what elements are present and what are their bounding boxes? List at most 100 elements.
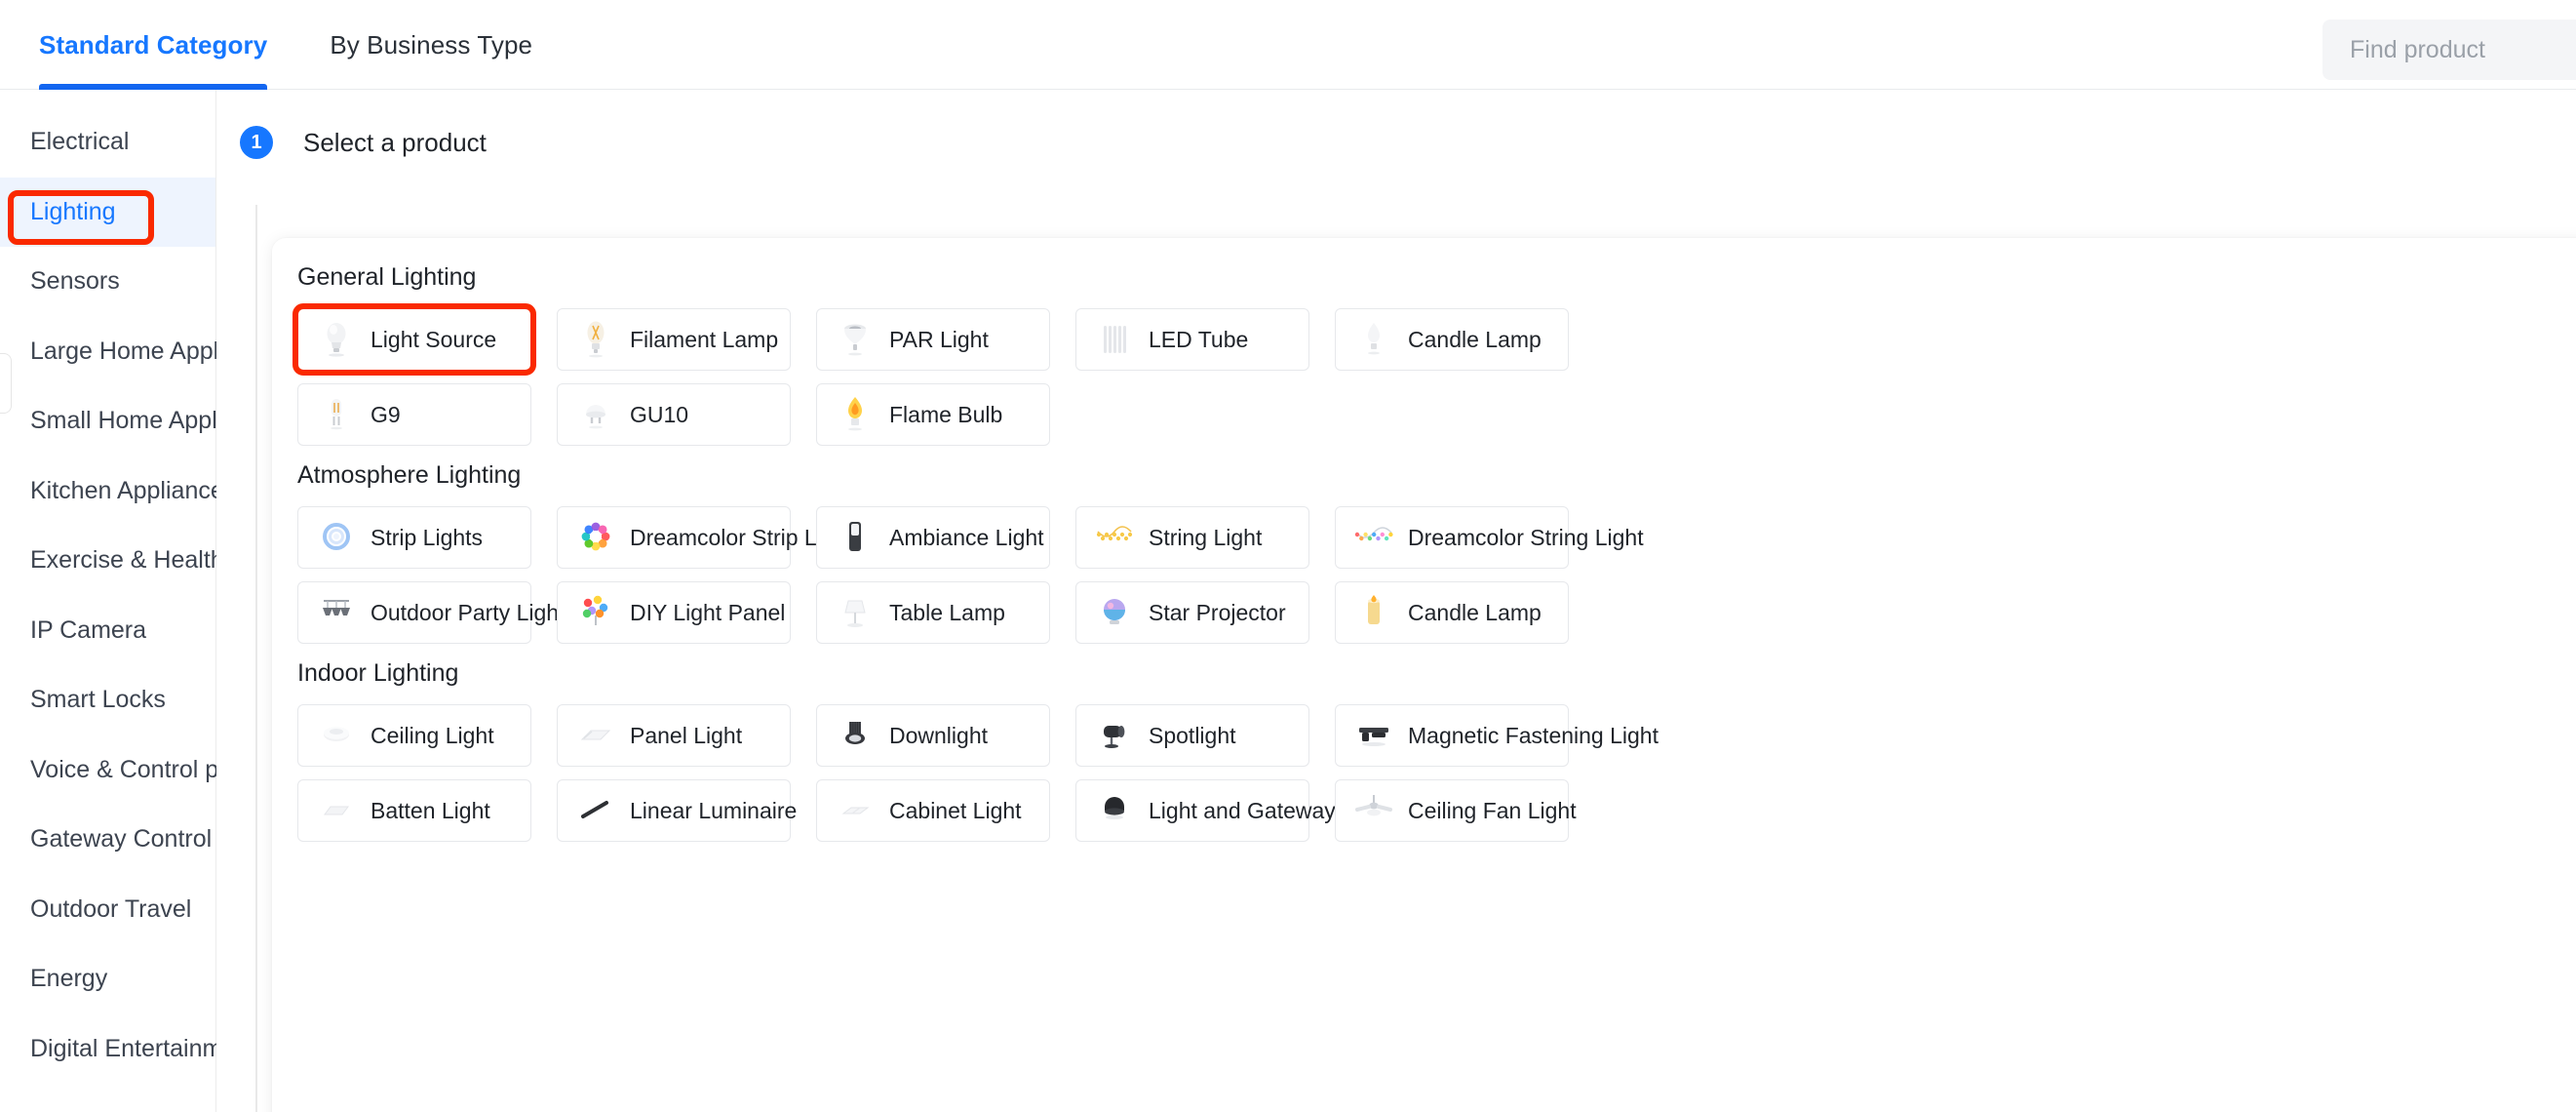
product-card-dreamcolor-strip-lights[interactable]: Dreamcolor Strip Lights: [557, 506, 864, 569]
product-card-label: Table Lamp: [889, 599, 1005, 625]
product-card-label: Downlight: [889, 722, 988, 748]
product-card-ceiling-fan-light[interactable]: Ceiling Fan Light: [1335, 779, 1577, 842]
star-projector-icon: [1094, 591, 1135, 634]
product-card-light-and-gateway[interactable]: Light and Gateway: [1075, 779, 1336, 842]
find-product-input[interactable]: [2322, 20, 2576, 80]
diy-panel-icon: [575, 591, 616, 634]
category-mode-tabs: Standard Category By Business Type: [0, 0, 532, 90]
par-light-icon: [835, 318, 876, 361]
rainbow-coil-icon: [575, 516, 616, 559]
tab-by-business-type[interactable]: By Business Type: [330, 0, 532, 90]
product-card-candle-lamp[interactable]: Candle Lamp: [1335, 308, 1569, 371]
product-card-spotlight[interactable]: Spotlight: [1075, 704, 1309, 767]
sidebar-item-exercise-health[interactable]: Exercise & Health: [0, 526, 224, 596]
sidebar-item-large-home-appliances[interactable]: Large Home Appliances: [0, 317, 289, 387]
product-card-light-source[interactable]: Light Source: [293, 303, 536, 376]
product-card-flame-bulb[interactable]: Flame Bulb: [816, 383, 1050, 446]
product-group-title: General Lighting: [297, 263, 477, 291]
sidebar-item-energy[interactable]: Energy: [0, 944, 215, 1014]
g9-capsule-icon: [316, 393, 357, 436]
product-card-label: DIY Light Panel: [630, 599, 786, 625]
product-card-label: Candle Lamp: [1408, 599, 1542, 625]
sidebar-collapse-handle[interactable]: [0, 353, 12, 414]
product-card-label: Outdoor Party Light: [371, 599, 566, 625]
sidebar-item-ip-camera[interactable]: IP Camera: [0, 596, 215, 666]
product-card-label: String Light: [1149, 524, 1263, 550]
led-tube-icon: [1094, 318, 1135, 361]
product-card-label: G9: [371, 401, 401, 427]
product-card-diy-light-panel[interactable]: DIY Light Panel: [557, 581, 791, 644]
product-card-linear-luminaire[interactable]: Linear Luminaire: [557, 779, 797, 842]
linear-luminaire-icon: [575, 789, 616, 832]
sidebar-item-small-home-appliances[interactable]: Small Home Appliances: [0, 386, 288, 457]
magnetic-light-icon: [1353, 714, 1394, 757]
sidebar-item-sensors[interactable]: Sensors: [0, 247, 215, 317]
product-group-title: Atmosphere Lighting: [297, 461, 522, 489]
product-group: Atmosphere Lighting Strip Lights Dreamcolo…: [297, 461, 2576, 644]
sidebar-item-digital-entertainment[interactable]: Digital Entertainment: [0, 1014, 256, 1085]
product-card-ceiling-light[interactable]: Ceiling Light: [297, 704, 531, 767]
tab-standard-category[interactable]: Standard Category: [39, 0, 268, 90]
product-card-filament-lamp[interactable]: Filament Lamp: [557, 308, 791, 371]
product-card-batten-light[interactable]: Batten Light: [297, 779, 531, 842]
sidebar-item-kitchen-appliances[interactable]: Kitchen Appliances: [0, 457, 236, 527]
product-card-label: Batten Light: [371, 797, 490, 823]
product-card-label: Dreamcolor String Light: [1408, 524, 1644, 550]
product-card-downlight[interactable]: Downlight: [816, 704, 1050, 767]
spotlight-icon: [1094, 714, 1135, 757]
product-card-label: Ceiling Fan Light: [1408, 797, 1577, 823]
product-card-label: Linear Luminaire: [630, 797, 798, 823]
page-body: Electrical Lighting Sensors Large Home Appl…: [0, 90, 2576, 1112]
product-card-candle-lamp[interactable]: Candle Lamp: [1335, 581, 1569, 644]
product-card-led-tube[interactable]: LED Tube: [1075, 308, 1309, 371]
main-content: 1 Select a product General Lighting Light…: [216, 90, 2576, 1112]
product-card-table-lamp[interactable]: Table Lamp: [816, 581, 1050, 644]
step-number-badge: 1: [240, 126, 273, 159]
product-card-label: Strip Lights: [371, 524, 484, 550]
product-card-star-projector[interactable]: Star Projector: [1075, 581, 1309, 644]
product-card-label: Star Projector: [1149, 599, 1286, 625]
ceiling-light-icon: [316, 714, 357, 757]
party-light-icon: [316, 591, 357, 634]
ambiance-bar-icon: [835, 516, 876, 559]
string-light-icon: [1094, 516, 1135, 559]
sidebar-item-label: Electrical: [30, 128, 130, 156]
sidebar-item-label: Exercise & Health: [30, 546, 224, 575]
product-card-label: Ceiling Light: [371, 722, 494, 748]
filament-bulb-icon: [575, 318, 616, 361]
product-card-label: Candle Lamp: [1408, 326, 1542, 352]
product-card-par-light[interactable]: PAR Light: [816, 308, 1050, 371]
product-card-outdoor-party-light[interactable]: Outdoor Party Light: [297, 581, 565, 644]
product-card-label: GU10: [630, 401, 689, 427]
product-card-magnetic-fastening-light[interactable]: Magnetic Fastening Light: [1335, 704, 1659, 767]
product-selection-panel: General Lighting Light Source Filament Lam…: [272, 238, 2576, 1112]
product-card-g9[interactable]: G9: [297, 383, 531, 446]
pillar-candle-icon: [1353, 591, 1394, 634]
tab-standard-category-label: Standard Category: [39, 29, 268, 60]
sidebar-item-smart-locks[interactable]: Smart Locks: [0, 665, 215, 735]
sidebar-item-outdoor-travel[interactable]: Outdoor Travel: [0, 875, 215, 945]
product-card-label: Light and Gateway: [1149, 797, 1336, 823]
product-card-grid: Light Source Filament Lamp PAR Light LED Tu…: [293, 303, 2576, 446]
product-group: Indoor Lighting Ceiling Light Panel Light D…: [297, 659, 2576, 842]
product-card-label: Panel Light: [630, 722, 743, 748]
sidebar-item-electrical[interactable]: Electrical: [0, 107, 215, 178]
product-card-gu10[interactable]: GU10: [557, 383, 791, 446]
product-card-string-light[interactable]: String Light: [1075, 506, 1309, 569]
sidebar-item-gateway-control[interactable]: Gateway Control: [0, 805, 215, 875]
sidebar-item-label: Energy: [30, 965, 108, 993]
panel-light-icon: [575, 714, 616, 757]
product-card-label: Cabinet Light: [889, 797, 1022, 823]
dreamcolor-string-icon: [1353, 516, 1394, 559]
product-card-panel-light[interactable]: Panel Light: [557, 704, 791, 767]
sidebar-item-label: Outdoor Travel: [30, 894, 192, 923]
product-card-dreamcolor-string-light[interactable]: Dreamcolor String Light: [1335, 506, 1644, 569]
sidebar-item-voice-control-panel[interactable]: Voice & Control panel: [0, 735, 264, 806]
batten-light-icon: [316, 789, 357, 832]
product-card-ambiance-light[interactable]: Ambiance Light: [816, 506, 1050, 569]
sidebar-item-lighting[interactable]: Lighting: [0, 177, 215, 247]
flame-bulb-icon: [835, 393, 876, 436]
product-group: General Lighting Light Source Filament Lam…: [293, 263, 2576, 446]
product-card-cabinet-light[interactable]: Cabinet Light: [816, 779, 1050, 842]
product-card-strip-lights[interactable]: Strip Lights: [297, 506, 531, 569]
